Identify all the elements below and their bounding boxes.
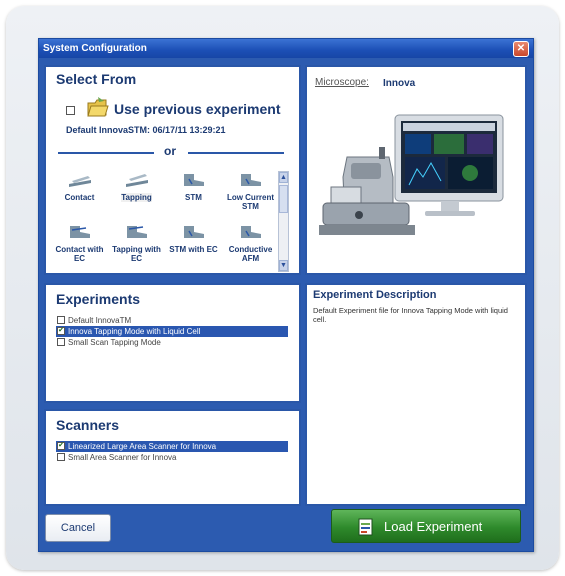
scroll-thumb[interactable]	[279, 185, 288, 213]
use-previous-checkbox[interactable]	[66, 106, 75, 115]
scanner-checkbox-checked[interactable]: ✔	[57, 442, 65, 450]
experiment-checkbox[interactable]	[57, 338, 65, 346]
system-configuration-dialog: System Configuration ✕ Select From Use p…	[38, 38, 534, 552]
experiment-item[interactable]: Small Scan Tapping Mode	[56, 337, 288, 348]
mode-label: Low Current STM	[226, 193, 275, 211]
experiment-label: Default InnovaTM	[68, 316, 132, 325]
mode-tapping-with-ec[interactable]: Tapping with EC	[108, 222, 165, 263]
experiment-checkbox[interactable]	[57, 316, 65, 324]
divider-left	[58, 152, 154, 154]
close-button[interactable]: ✕	[513, 41, 529, 57]
mode-label: STM with EC	[169, 245, 218, 254]
folder-icon	[87, 97, 109, 117]
mode-label: Contact with EC	[55, 245, 104, 263]
scanner-item[interactable]: Small Area Scanner for Innova	[56, 452, 288, 463]
scanner-item-selected[interactable]: ✔ Linearized Large Area Scanner for Inno…	[56, 441, 288, 452]
scroll-up-button[interactable]: ▲	[279, 172, 288, 183]
microscope-value: Innova	[383, 78, 416, 89]
scanner-label: Linearized Large Area Scanner for Innova	[68, 442, 217, 451]
mode-conductive-afm[interactable]: Conductive AFM	[222, 222, 279, 263]
microscope-panel: Microscope: Innova	[305, 65, 527, 275]
or-label: or	[164, 144, 176, 158]
microscope-label[interactable]: Microscope:	[315, 77, 369, 88]
experiments-panel: Experiments Default InnovaTM ✔ Innova Ta…	[44, 283, 301, 403]
experiment-item[interactable]: Default InnovaTM	[56, 315, 288, 326]
experiment-item-selected[interactable]: ✔ Innova Tapping Mode with Liquid Cell	[56, 326, 288, 337]
experiment-label: Small Scan Tapping Mode	[68, 338, 161, 347]
experiment-label: Innova Tapping Mode with Liquid Cell	[68, 327, 201, 336]
scanners-heading: Scanners	[56, 417, 120, 433]
mode-label: Tapping with EC	[112, 245, 161, 263]
default-experiment-info: Default InnovaSTM: 06/17/11 13:29:21	[66, 125, 226, 135]
scanners-panel: Scanners ✔ Linearized Large Area Scanner…	[44, 409, 301, 506]
mode-grid: Contact Tapping STM Low Current STM Cont…	[51, 170, 279, 273]
microscope-image	[319, 114, 504, 235]
mode-stm-with-ec[interactable]: STM with EC	[165, 222, 222, 254]
mode-label: Contact	[64, 193, 95, 202]
mode-scrollbar[interactable]: ▲ ▼	[278, 171, 289, 272]
dialog-title: System Configuration	[39, 39, 533, 58]
experiment-description-panel: Experiment Description Default Experimen…	[305, 283, 527, 506]
dialog-body: Select From Use previous experiment Defa…	[39, 58, 533, 551]
experiments-heading: Experiments	[56, 291, 141, 307]
contact-ec-icon	[69, 226, 90, 238]
stm-mode-icon	[183, 174, 204, 186]
use-previous-label: Use previous experiment	[114, 101, 281, 117]
mode-tapping[interactable]: Tapping	[108, 170, 165, 202]
conductive-afm-icon	[240, 226, 261, 238]
experiments-list: Default InnovaTM ✔ Innova Tapping Mode w…	[56, 315, 288, 348]
stm-ec-icon	[183, 226, 204, 238]
scanner-label: Small Area Scanner for Innova	[68, 453, 177, 462]
description-heading: Experiment Description	[313, 289, 437, 301]
mode-contact[interactable]: Contact	[51, 170, 108, 202]
scanners-list: ✔ Linearized Large Area Scanner for Inno…	[56, 441, 288, 463]
scanner-checkbox[interactable]	[57, 453, 65, 461]
mode-stm[interactable]: STM	[165, 170, 222, 202]
scroll-down-button[interactable]: ▼	[279, 260, 288, 271]
low-current-stm-icon	[240, 174, 261, 186]
tapping-ec-icon	[126, 226, 147, 238]
mode-low-current-stm[interactable]: Low Current STM	[222, 170, 279, 211]
mode-label: Tapping	[121, 193, 152, 202]
select-from-panel: Select From Use previous experiment Defa…	[44, 65, 301, 275]
select-from-heading: Select From	[56, 71, 137, 87]
experiment-checkbox-checked[interactable]: ✔	[57, 327, 65, 335]
tapping-mode-icon	[125, 174, 148, 187]
cancel-button[interactable]: Cancel	[45, 514, 111, 542]
divider-right	[188, 152, 284, 154]
contact-mode-icon	[68, 176, 91, 187]
mode-contact-with-ec[interactable]: Contact with EC	[51, 222, 108, 263]
load-experiment-button[interactable]: Load Experiment	[331, 509, 521, 543]
mode-label: Conductive AFM	[228, 245, 273, 263]
load-experiment-label: Load Experiment	[384, 519, 483, 534]
description-text: Default Experiment file for Innova Tappi…	[313, 306, 508, 324]
mode-label: STM	[185, 193, 202, 202]
document-icon	[358, 518, 373, 536]
